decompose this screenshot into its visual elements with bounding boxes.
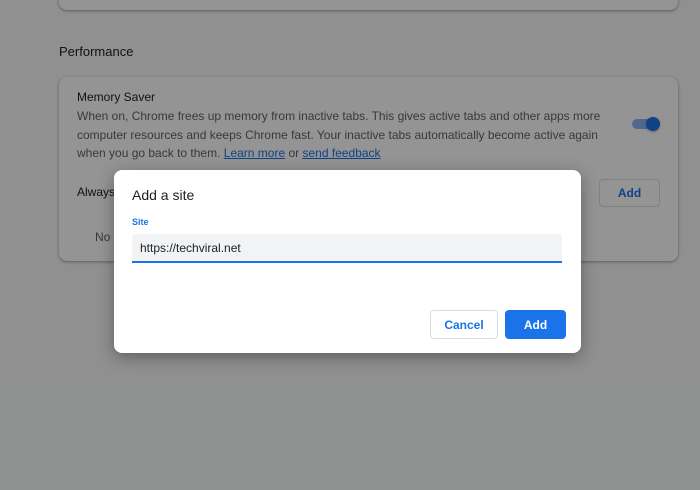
cancel-button[interactable]: Cancel (430, 310, 498, 339)
site-field-label: Site (132, 217, 149, 227)
add-button[interactable]: Add (505, 310, 566, 339)
site-input[interactable] (132, 234, 562, 263)
dialog-title: Add a site (132, 187, 195, 203)
add-site-dialog: Add a site Site Cancel Add (114, 170, 581, 353)
chrome-settings-page: Performance Memory Saver When on, Chrome… (0, 0, 700, 490)
